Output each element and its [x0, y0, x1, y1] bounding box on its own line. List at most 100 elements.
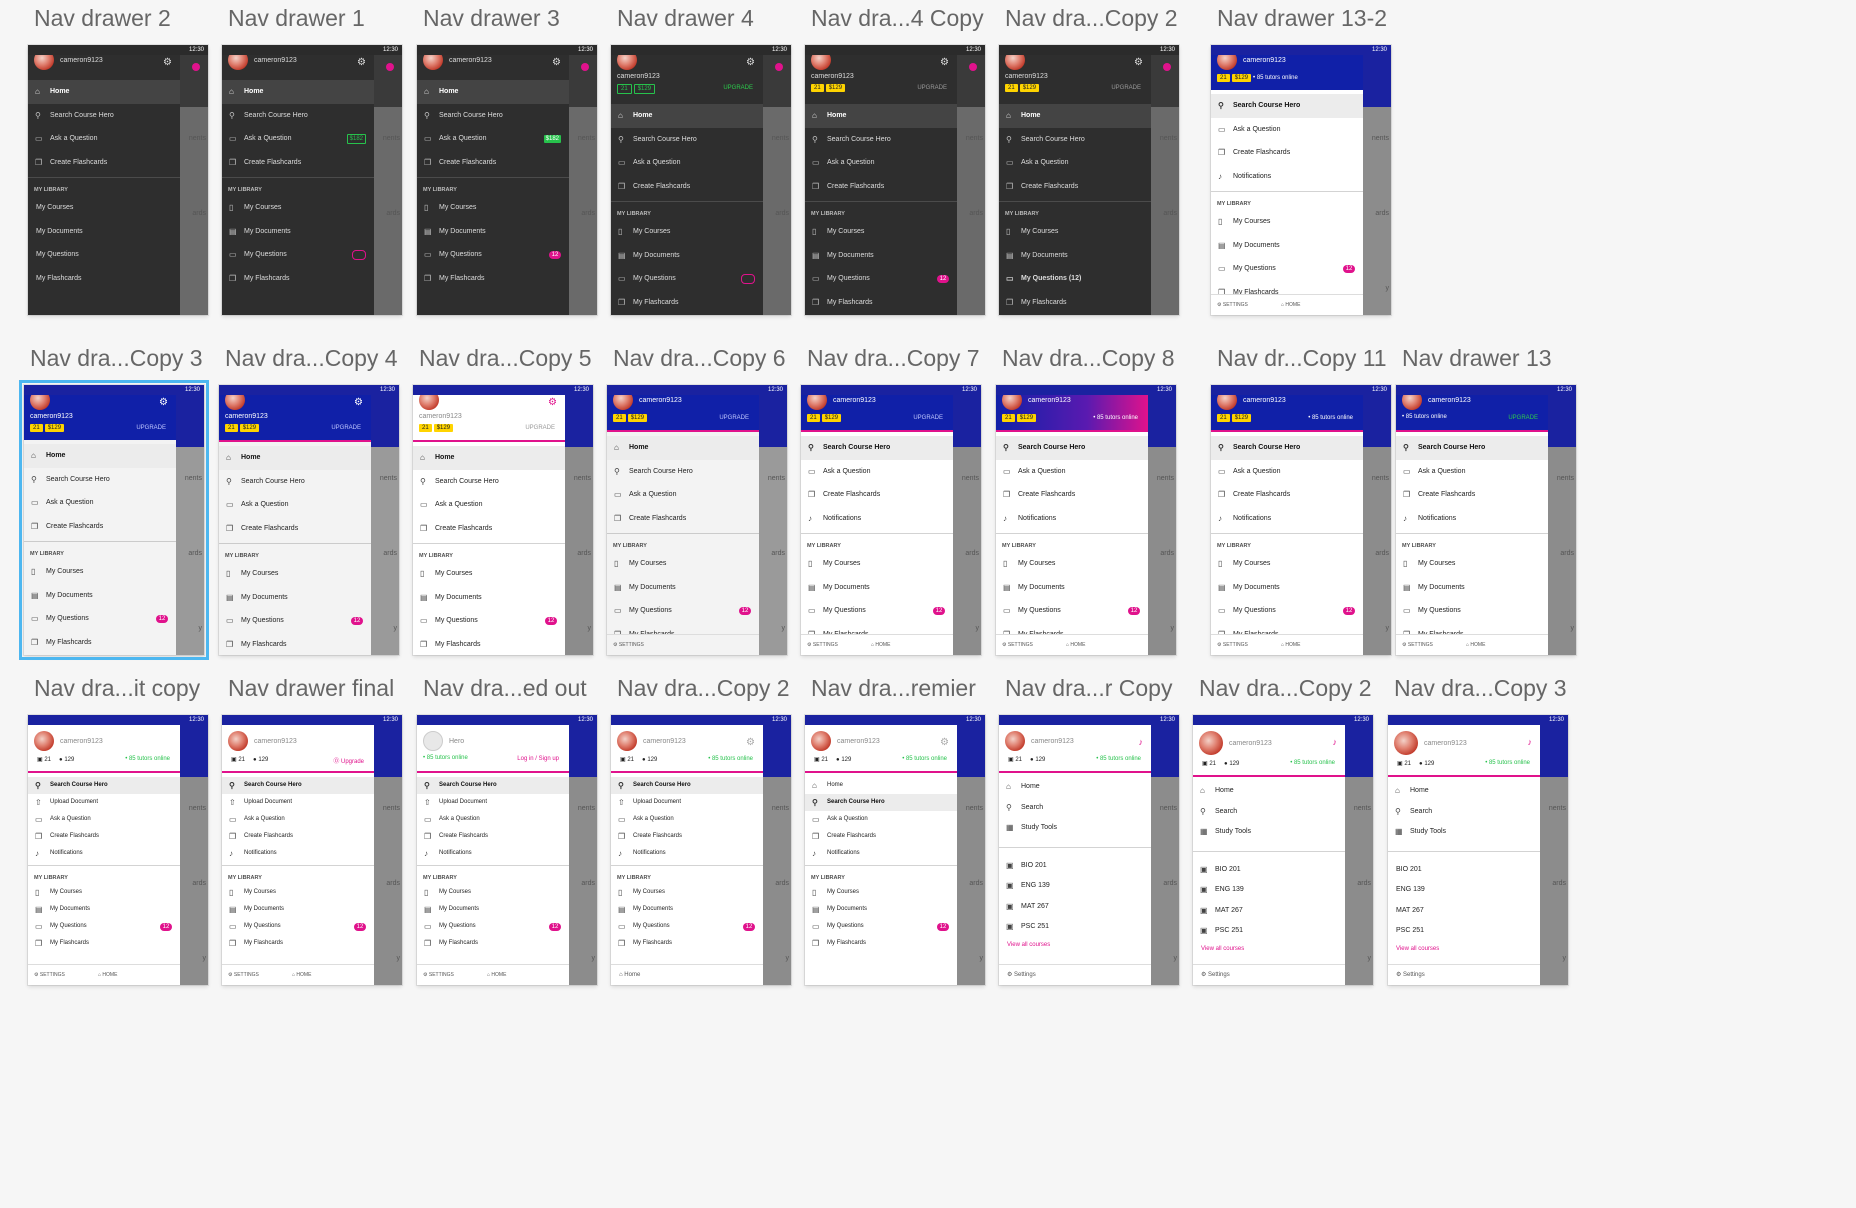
menu-item-upload-document[interactable]: ⇧ Upload Document — [222, 794, 374, 811]
footer-settings-button[interactable]: ⚙ SETTINGS — [613, 635, 644, 655]
menu-item-create-flashcards[interactable]: ❐ Create Flashcards — [801, 483, 953, 507]
menu-item-notifications[interactable]: ♪ Notifications — [801, 507, 953, 531]
menu-item-search[interactable]: ⚲ Search — [999, 798, 1151, 819]
menu-item-my-flashcards[interactable]: ❐ My Flashcards — [222, 267, 374, 291]
menu-item-create-flashcards[interactable]: ❐ Create Flashcards — [805, 175, 957, 199]
menu-item-ask-a-question[interactable]: ▭ Ask a Question $182 — [222, 127, 374, 151]
menu-item-my-documents[interactable]: ▤ My Documents — [222, 901, 374, 918]
artboard[interactable]: Nav dra...Copy 2 nents ards 12:30 cameron912… — [999, 5, 1179, 315]
footer-settings-button[interactable]: ⚙ Settings — [1201, 965, 1230, 985]
menu-item-home[interactable]: ⌂ Home — [999, 777, 1151, 798]
menu-item-ask-a-question[interactable]: ▭ Ask a Question — [996, 460, 1148, 484]
settings-gear-icon[interactable]: ⚙ — [354, 397, 363, 408]
menu-item-create-flashcards[interactable]: ❐ Create Flashcards — [28, 151, 180, 175]
menu-item-ask-a-question[interactable]: ▭ Ask a Question — [999, 151, 1151, 175]
menu-item-upload-document[interactable]: ⇧ Upload Document — [28, 794, 180, 811]
settings-gear-icon[interactable]: ⚙ — [357, 57, 366, 68]
menu-item-my-documents[interactable]: ▤ My Documents — [801, 576, 953, 600]
menu-item-ask-a-question[interactable]: ▭ Ask a Question — [611, 151, 763, 175]
menu-item-my-flashcards[interactable]: ❐ My Flashcards — [24, 631, 176, 655]
menu-item-my-flashcards[interactable]: ❐ My Flashcards — [413, 633, 565, 656]
artboard[interactable]: Nav drawer 13nentsardsyARDS12:30cameron9… — [1396, 345, 1576, 655]
menu-item-psc-251[interactable]: ▣ PSC 251 — [999, 917, 1151, 938]
menu-item-search-course-hero[interactable]: ⚲ Search Course Hero — [805, 794, 957, 811]
footer-home-button[interactable]: ⌂ HOME — [1281, 635, 1300, 655]
menu-item-notifications[interactable]: ♪ Notifications — [1211, 165, 1363, 189]
menu-item-my-questions[interactable]: My Questions — [28, 243, 180, 267]
menu-item-my-documents[interactable]: ▤ My Documents — [805, 901, 957, 918]
artboard[interactable]: Nav dra...Copy 6nentsardsyARDS12:30camer… — [607, 345, 787, 655]
menu-item-search-course-hero[interactable]: ⚲ Search Course Hero — [417, 104, 569, 128]
menu-item-create-flashcards[interactable]: ❐ Create Flashcards — [417, 151, 569, 175]
settings-gear-icon[interactable]: ⚙ — [746, 737, 755, 748]
artboard[interactable]: Nav drawer finalnentsardsyARDS12:30camer… — [222, 675, 402, 985]
menu-item-my-courses[interactable]: ▯ My Courses — [801, 552, 953, 576]
upgrade-link[interactable]: UPGRADE — [331, 425, 361, 431]
menu-item-my-documents[interactable]: ▤ My Documents — [413, 586, 565, 610]
menu-item-create-flashcards[interactable]: ❐ Create Flashcards — [28, 828, 180, 845]
menu-item-my-documents[interactable]: ▤ My Documents — [1396, 576, 1548, 600]
menu-item-search-course-hero[interactable]: ⚲ Search Course Hero — [219, 470, 371, 494]
menu-item-my-courses[interactable]: ▯ My Courses — [1211, 210, 1363, 234]
avatar[interactable] — [1199, 731, 1223, 755]
menu-item-search[interactable]: ⚲ Search — [1193, 802, 1345, 823]
menu-item-create-flashcards[interactable]: ❐ Create Flashcards — [611, 828, 763, 845]
menu-item-my-documents[interactable]: ▤ My Documents — [24, 584, 176, 608]
menu-item-my-courses[interactable]: ▯ My Courses — [222, 884, 374, 901]
upgrade-link[interactable]: UPGRADE — [1508, 415, 1538, 421]
menu-item-create-flashcards[interactable]: ❐ Create Flashcards — [222, 828, 374, 845]
settings-gear-icon[interactable]: ⚙ — [940, 57, 949, 68]
menu-item-my-courses[interactable]: ▯ My Courses — [805, 884, 957, 901]
notification-bell-icon[interactable]: ♪ — [1333, 737, 1338, 747]
menu-item-my-questions[interactable]: ▭ My Questions 12 — [996, 599, 1148, 623]
upgrade-link[interactable]: UPGRADE — [719, 415, 749, 421]
menu-item-study-tools[interactable]: ▦ Study Tools — [1388, 822, 1540, 843]
menu-item-create-flashcards[interactable]: ❐ Create Flashcards — [611, 175, 763, 199]
menu-item-ask-a-question[interactable]: ▭ Ask a Question — [607, 483, 759, 507]
upgrade-link[interactable]: UPGRADE — [525, 425, 555, 431]
menu-item-study-tools[interactable]: ▦ Study Tools — [1193, 822, 1345, 843]
menu-item-ask-a-question[interactable]: ▭ Ask a Question — [219, 493, 371, 517]
menu-item-study-tools[interactable]: ▦ Study Tools — [999, 818, 1151, 839]
footer-settings-button[interactable]: ⚙ SETTINGS — [34, 965, 65, 985]
avatar[interactable] — [1005, 731, 1025, 751]
artboard[interactable]: Nav drawer 2 nents ards 12:30 cameron9123 ⚙ ⌂ H… — [28, 5, 208, 315]
menu-item-my-courses[interactable]: ▯ My Courses — [999, 220, 1151, 244]
menu-item-search-course-hero[interactable]: ⚲ Search Course Hero — [1211, 94, 1363, 118]
artboard[interactable]: Nav dra...Copy 5nentsardsyARDS12:30camer… — [413, 345, 593, 656]
menu-item-my-documents[interactable]: ▤ My Documents — [417, 901, 569, 918]
footer-settings-button[interactable]: ⚙ SETTINGS — [228, 965, 259, 985]
upgrade-link[interactable]: UPGRADE — [1111, 85, 1141, 91]
menu-item-search-course-hero[interactable]: ⚲ Search Course Hero — [28, 104, 180, 128]
menu-item-my-questions[interactable]: ▭ My Questions 12 — [805, 267, 957, 291]
menu-item-bio-201[interactable]: ▣ BIO 201 — [1193, 860, 1345, 881]
menu-item-my-documents[interactable]: ▤ My Documents — [805, 244, 957, 268]
menu-item-my-flashcards[interactable]: ❐ My Flashcards — [222, 935, 374, 952]
menu-item-create-flashcards[interactable]: ❐ Create Flashcards — [996, 483, 1148, 507]
menu-item-my-questions[interactable]: ▭ My Questions 12 — [417, 918, 569, 935]
menu-item-my-courses[interactable]: ▯ My Courses — [417, 884, 569, 901]
upgrade-link[interactable]: UPGRADE — [917, 85, 947, 91]
menu-item-my-documents[interactable]: ▤ My Documents — [1211, 576, 1363, 600]
menu-item-upload-document[interactable]: ⇧ Upload Document — [611, 794, 763, 811]
menu-item-eng-139[interactable]: ▣ ENG 139 — [1193, 880, 1345, 901]
menu-item-my-flashcards[interactable]: ❐ My Flashcards — [28, 935, 180, 952]
footer-home-button[interactable]: ⌂ HOME — [487, 965, 506, 985]
menu-item-my-questions[interactable]: ▭ My Questions 12 — [413, 609, 565, 633]
menu-item-home[interactable]: ⌂ Home — [24, 444, 176, 468]
footer-home-button[interactable]: ⌂ HOME — [1281, 295, 1300, 315]
menu-item-ask-a-question[interactable]: ▭ Ask a Question — [1396, 460, 1548, 484]
menu-item-my-questions[interactable]: ▭ My Questions — [222, 243, 374, 267]
menu-item-my-questions[interactable]: ▭ My Questions 12 — [219, 609, 371, 633]
menu-item-create-flashcards[interactable]: ❐ Create Flashcards — [222, 151, 374, 175]
menu-item-ask-a-question[interactable]: ▭ Ask a Question — [805, 811, 957, 828]
menu-item-notifications[interactable]: ♪ Notifications — [1211, 507, 1363, 531]
avatar[interactable] — [34, 731, 54, 751]
menu-item-home[interactable]: ⌂ Home — [1193, 781, 1345, 802]
menu-item-my-courses[interactable]: ▯ My Courses — [417, 196, 569, 220]
artboard[interactable]: Nav dra...Copy 3nentsardsyARDS12:30camer… — [19, 345, 209, 660]
menu-item-search-course-hero[interactable]: ⚲ Search Course Hero — [999, 128, 1151, 152]
menu-item-search-course-hero[interactable]: ⚲ Search Course Hero — [24, 468, 176, 492]
settings-gear-icon[interactable]: ⚙ — [163, 57, 172, 68]
menu-item-notifications[interactable]: ♪ Notifications — [805, 845, 957, 862]
